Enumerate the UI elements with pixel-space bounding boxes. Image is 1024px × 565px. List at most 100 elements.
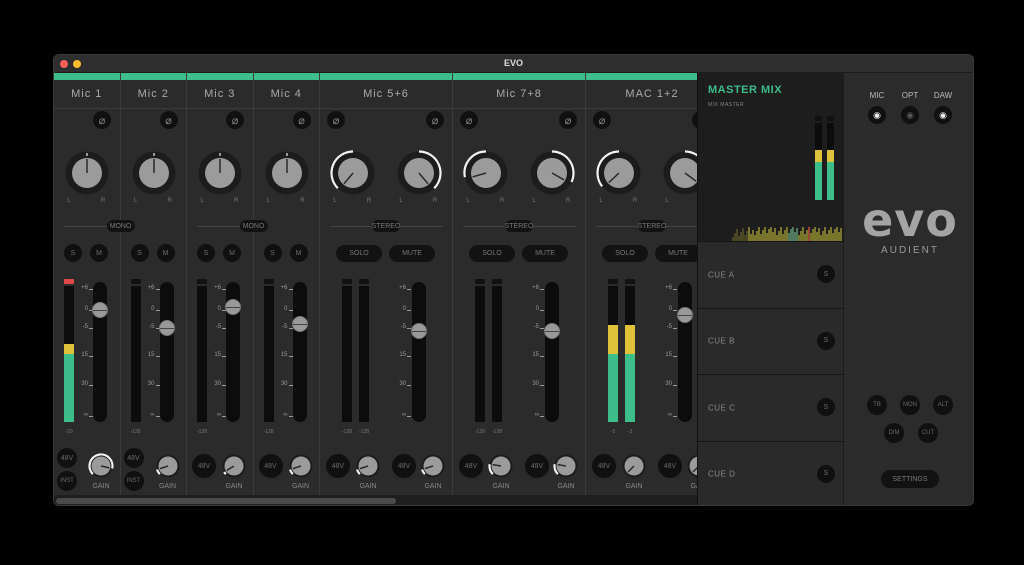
scrollbar-thumb[interactable]	[56, 498, 396, 504]
phase-invert-button[interactable]: ⌀	[460, 111, 478, 129]
solo-button[interactable]: SOLO	[336, 245, 382, 262]
fader-handle[interactable]	[544, 322, 560, 339]
solo-button[interactable]: S	[130, 244, 149, 262]
cue-solo-button[interactable]: S	[817, 265, 835, 283]
fader-handle[interactable]	[291, 316, 308, 333]
channel-name[interactable]: Mic 1	[54, 80, 120, 109]
monitor-button-dim[interactable]: DIM	[884, 423, 904, 443]
solo-button[interactable]: S	[64, 244, 82, 262]
fader-handle[interactable]	[158, 320, 175, 336]
channel-name[interactable]: Mic 4	[253, 80, 319, 109]
cue-a[interactable]: CUE A S	[698, 241, 844, 308]
settings-button[interactable]: SETTINGS	[881, 470, 939, 488]
fader-track[interactable]	[292, 282, 307, 422]
stereo-link-button[interactable]: STEREO	[638, 220, 666, 232]
phantom-power-button[interactable]: 48V	[592, 454, 616, 478]
phantom-power-button[interactable]: 48V	[192, 454, 216, 478]
stereo-link-button[interactable]: STEREO	[372, 220, 400, 232]
monitor-button-mon[interactable]: MON	[900, 395, 920, 415]
cue-d[interactable]: CUE D S	[698, 440, 844, 505]
mute-button[interactable]: MUTE	[655, 245, 697, 262]
pan-knob[interactable]	[128, 147, 180, 199]
horizontal-scrollbar[interactable]	[54, 495, 697, 505]
phantom-power-button[interactable]: 48V	[123, 448, 144, 468]
gain-knob[interactable]	[85, 450, 117, 482]
phase-invert-button[interactable]: ⌀	[292, 111, 311, 129]
solo-button[interactable]: S	[263, 244, 282, 262]
phase-invert-button[interactable]: ⌀	[426, 111, 444, 129]
master-mix-section[interactable]: MASTER MIX MIX MASTER	[698, 73, 844, 241]
eye-toggle-mic[interactable]: ◉	[868, 106, 886, 124]
phantom-power-button[interactable]: 48V	[57, 448, 77, 468]
channel-name[interactable]: MAC 1+2	[586, 80, 697, 109]
mute-button[interactable]: MUTE	[522, 245, 568, 262]
mute-button[interactable]: M	[156, 244, 175, 262]
pan-knob[interactable]	[61, 147, 113, 199]
instrument-button[interactable]: INST	[57, 471, 77, 491]
phase-invert-button[interactable]: ⌀	[593, 111, 611, 129]
fader-track[interactable]	[678, 282, 692, 422]
gain-knob[interactable]	[152, 450, 184, 482]
mono-link-button[interactable]: MONO	[106, 220, 135, 232]
gain-knob[interactable]	[285, 450, 317, 482]
solo-button[interactable]: SOLO	[469, 245, 515, 262]
monitor-button-cut[interactable]: CUT	[918, 423, 938, 443]
gain-knob[interactable]	[352, 450, 384, 482]
phantom-power-button[interactable]: 48V	[525, 454, 549, 478]
eye-toggle-opt[interactable]: ◉	[901, 106, 919, 124]
phantom-power-button[interactable]: 48V	[658, 454, 682, 478]
solo-button[interactable]: S	[197, 244, 215, 262]
phase-invert-button[interactable]: ⌀	[93, 111, 111, 129]
channel-name[interactable]: Mic 7+8	[453, 80, 585, 109]
pan-knob[interactable]	[659, 147, 697, 199]
fader-handle[interactable]	[92, 302, 108, 318]
pan-knob[interactable]	[460, 147, 512, 199]
stereo-link-button[interactable]: STEREO	[505, 220, 533, 232]
fader-track[interactable]	[159, 282, 174, 422]
phantom-power-button[interactable]: 48V	[258, 454, 283, 478]
channel-name[interactable]: Mic 3	[187, 80, 253, 109]
fader-track[interactable]	[412, 282, 426, 422]
cue-solo-button[interactable]: S	[817, 331, 835, 350]
pan-knob[interactable]	[393, 147, 445, 199]
mute-button[interactable]: MUTE	[389, 245, 435, 262]
cue-c[interactable]: CUE C S	[698, 374, 844, 441]
fader-scale-tick	[673, 416, 677, 417]
phase-invert-button[interactable]: ⌀	[226, 111, 244, 129]
gain-knob[interactable]	[683, 450, 697, 482]
mute-button[interactable]: M	[90, 244, 108, 262]
mono-link-button[interactable]: MONO	[239, 220, 268, 232]
eye-toggle-daw[interactable]: ◉	[934, 106, 952, 124]
mute-button[interactable]: M	[289, 244, 308, 262]
phase-invert-button[interactable]: ⌀	[159, 111, 178, 129]
gain-knob[interactable]	[618, 450, 650, 482]
phantom-power-button[interactable]: 48V	[326, 454, 350, 478]
phantom-power-button[interactable]: 48V	[392, 454, 416, 478]
pan-knob[interactable]	[327, 147, 379, 199]
mute-button[interactable]: M	[223, 244, 241, 262]
phase-invert-button[interactable]: ⌀	[559, 111, 577, 129]
fader-handle[interactable]	[225, 298, 241, 315]
solo-button[interactable]: SOLO	[602, 245, 648, 262]
phase-invert-button[interactable]: ⌀	[327, 111, 345, 129]
phantom-power-button[interactable]: 48V	[459, 454, 483, 478]
gain-knob[interactable]	[550, 450, 582, 482]
cue-solo-button[interactable]: S	[817, 464, 835, 483]
monitor-button-alt[interactable]: ALT	[933, 395, 953, 415]
gain-knob[interactable]	[485, 450, 517, 482]
fader-track[interactable]	[545, 282, 559, 422]
pan-knob[interactable]	[593, 147, 645, 199]
channel-name[interactable]: Mic 2	[120, 80, 186, 109]
fader-handle[interactable]	[411, 322, 427, 339]
gain-knob[interactable]	[417, 450, 449, 482]
meter-readout: -5	[610, 429, 616, 435]
pan-knob[interactable]	[261, 147, 313, 199]
pan-knob[interactable]	[526, 147, 578, 199]
channel-name[interactable]: Mic 5+6	[320, 80, 452, 109]
pan-knob[interactable]	[194, 147, 246, 199]
cue-b[interactable]: CUE B S	[698, 307, 844, 374]
monitor-button-tb[interactable]: TB	[867, 395, 887, 415]
gain-knob[interactable]	[218, 450, 250, 482]
instrument-button[interactable]: INST	[123, 471, 144, 491]
cue-solo-button[interactable]: S	[817, 398, 835, 416]
